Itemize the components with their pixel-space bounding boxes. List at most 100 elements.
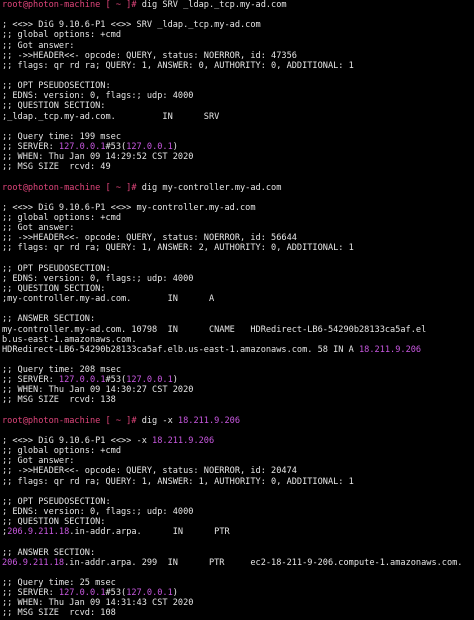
ip-address: 127.0.0.1 [58, 588, 106, 599]
terminal-text: ; EDNS: version: 0, flags:; udp: 4000 [2, 273, 194, 284]
ip-address: 18.211.9.206 [152, 436, 215, 447]
terminal-text: ;; SERVER: [2, 141, 59, 152]
terminal-text: ;; flags: qr rd ra; QUERY: 1, ANSWER: 0,… [2, 60, 354, 71]
terminal-text: ;; QUESTION SECTION: [2, 283, 106, 294]
terminal-text: b.us-east-1.amazonaws.com. [2, 334, 137, 345]
terminal-text: ;; MSG SIZE rcvd: 108 [2, 608, 116, 619]
terminal-text: ;; global options: +cmd [2, 446, 121, 457]
terminal-text: ;; WHEN: Thu Jan 09 14:29:52 CST 2020 [2, 152, 194, 163]
terminal-text: HDRedirect-LB6-54290b28133ca5af.elb.us-e… [2, 344, 359, 355]
terminal-text: ;; WHEN: Thu Jan 09 14:31:43 CST 2020 [2, 598, 194, 609]
shell-prompt: root@photon-machine [ ~ ]# [2, 0, 142, 10]
terminal-text: ;; WHEN: Thu Jan 09 14:30:27 CST 2020 [2, 385, 194, 396]
terminal-output[interactable]: root@photon-machine [ ~ ]# dig SRV _ldap… [2, 0, 472, 620]
terminal-line: ;; flags: qr rd ra; QUERY: 1, ANSWER: 0,… [2, 61, 472, 71]
terminal-text: ;; Got answer: [2, 223, 75, 234]
ip-address: 18.211.9.206 [359, 344, 422, 355]
terminal-line: ;; OPT PSEUDOSECTION: [2, 497, 472, 507]
terminal-line: ;; SERVER: 127.0.0.1#53(127.0.0.1) [2, 375, 472, 385]
terminal-line: ;; global options: +cmd [2, 446, 472, 456]
terminal-line: ;; Got answer: [2, 41, 472, 51]
terminal-text: ;; OPT PSEUDOSECTION: [2, 496, 111, 507]
ip-address: 127.0.0.1 [58, 141, 106, 152]
terminal-text: dig my-controller.my-ad.com [141, 182, 282, 193]
terminal-line: ;; QUESTION SECTION: [2, 284, 472, 294]
terminal-line: root@photon-machine [ ~ ]# dig my-contro… [2, 183, 472, 193]
terminal-text: ;; ANSWER SECTION: [2, 547, 96, 558]
terminal-line: ;; OPT PSEUDOSECTION: [2, 264, 472, 274]
terminal-text: ;; Query time: 208 msec [2, 365, 121, 376]
terminal-line: ;; WHEN: Thu Jan 09 14:30:27 CST 2020 [2, 385, 472, 395]
terminal-line: ;; QUESTION SECTION: [2, 517, 472, 527]
terminal-text: .in-addr.arpa. 299 IN PTR ec2-18-211-9-2… [64, 557, 463, 568]
terminal-text: ;; MSG SIZE rcvd: 138 [2, 395, 116, 406]
terminal-line: ;; Query time: 25 msec [2, 578, 472, 588]
terminal-text: #53( [105, 375, 127, 386]
terminal-line: ;; Query time: 199 msec [2, 132, 472, 142]
terminal-line: ;; flags: qr rd ra; QUERY: 1, ANSWER: 2,… [2, 243, 472, 253]
ip-address: 127.0.0.1 [58, 375, 106, 386]
terminal-text: ;; Query time: 199 msec [2, 131, 121, 142]
terminal-line: my-controller.my-ad.com. 10798 IN CNAME … [2, 325, 472, 335]
terminal-text: ;; flags: qr rd ra; QUERY: 1, ANSWER: 2,… [2, 243, 354, 254]
terminal-line: ;; global options: +cmd [2, 213, 472, 223]
terminal-line: 206.9.211.18.in-addr.arpa. 299 IN PTR ec… [2, 558, 472, 568]
terminal-text: ) [172, 141, 178, 152]
terminal-line: ;; WHEN: Thu Jan 09 14:31:43 CST 2020 [2, 598, 472, 608]
terminal-line: ;; ANSWER SECTION: [2, 314, 472, 324]
terminal-text: dig -x [141, 415, 178, 426]
terminal-text: ; EDNS: version: 0, flags:; udp: 4000 [2, 507, 194, 518]
terminal-text: ;_ldap._tcp.my-ad.com. IN SRV [2, 111, 220, 122]
terminal-line: ;; ->>HEADER<<- opcode: QUERY, status: N… [2, 466, 472, 476]
terminal-line: ;; Got answer: [2, 456, 472, 466]
terminal-text: ;; MSG SIZE rcvd: 49 [2, 162, 111, 173]
terminal-text: ;; global options: +cmd [2, 30, 121, 41]
terminal-text: ) [172, 588, 178, 599]
terminal-text: dig SRV _ldap._tcp.my-ad.com [141, 0, 287, 10]
terminal-line: root@photon-machine [ ~ ]# dig -x 18.211… [2, 416, 472, 426]
terminal-line: ;_ldap._tcp.my-ad.com. IN SRV [2, 112, 472, 122]
terminal-line: ;; WHEN: Thu Jan 09 14:29:52 CST 2020 [2, 152, 472, 162]
ip-address: 127.0.0.1 [126, 375, 173, 386]
terminal-line: root@photon-machine [ ~ ]# dig SRV _ldap… [2, 0, 472, 10]
terminal-line: ;; ANSWER SECTION: [2, 548, 472, 558]
terminal-line: ;; Got answer: [2, 223, 472, 233]
terminal-text: ;my-controller.my-ad.com. IN A [2, 294, 215, 305]
terminal-line: ;; ->>HEADER<<- opcode: QUERY, status: N… [2, 51, 472, 61]
terminal-text: ) [172, 375, 178, 386]
terminal-text: ;; ->>HEADER<<- opcode: QUERY, status: N… [2, 50, 297, 61]
terminal-line: ;; SERVER: 127.0.0.1#53(127.0.0.1) [2, 142, 472, 152]
terminal-line: ;; QUESTION SECTION: [2, 101, 472, 111]
terminal-text: ;; SERVER: [2, 588, 59, 599]
ip-address: 127.0.0.1 [126, 588, 173, 599]
terminal-line: ;; SERVER: 127.0.0.1#53(127.0.0.1) [2, 588, 472, 598]
ip-address: 206.9.211.18 [2, 557, 65, 568]
terminal-line: ;; MSG SIZE rcvd: 138 [2, 395, 472, 405]
terminal-text: ;; ->>HEADER<<- opcode: QUERY, status: N… [2, 233, 297, 244]
terminal-text: ;; OPT PSEUDOSECTION: [2, 81, 111, 92]
terminal-line: ; EDNS: version: 0, flags:; udp: 4000 [2, 274, 472, 284]
terminal-line: ;206.9.211.18.in-addr.arpa. IN PTR [2, 527, 472, 537]
ip-address: 127.0.0.1 [126, 141, 173, 152]
terminal-text: #53( [105, 588, 127, 599]
terminal-text: my-controller.my-ad.com. 10798 IN CNAME … [2, 324, 427, 335]
terminal-line: ;; MSG SIZE rcvd: 49 [2, 162, 472, 172]
terminal-line: ;; Query time: 208 msec [2, 365, 472, 375]
terminal-line: ; <<>> DiG 9.10.6-P1 <<>> my-controller.… [2, 203, 472, 213]
terminal-text: ; <<>> DiG 9.10.6-P1 <<>> -x [2, 436, 153, 447]
terminal-text: ;; QUESTION SECTION: [2, 517, 106, 528]
terminal-line: ;; ->>HEADER<<- opcode: QUERY, status: N… [2, 233, 472, 243]
terminal-line: ; <<>> DiG 9.10.6-P1 <<>> -x 18.211.9.20… [2, 436, 472, 446]
terminal-line: HDRedirect-LB6-54290b28133ca5af.elb.us-e… [2, 345, 472, 355]
terminal-line: ; EDNS: version: 0, flags:; udp: 4000 [2, 91, 472, 101]
terminal-text: ; EDNS: version: 0, flags:; udp: 4000 [2, 91, 194, 102]
